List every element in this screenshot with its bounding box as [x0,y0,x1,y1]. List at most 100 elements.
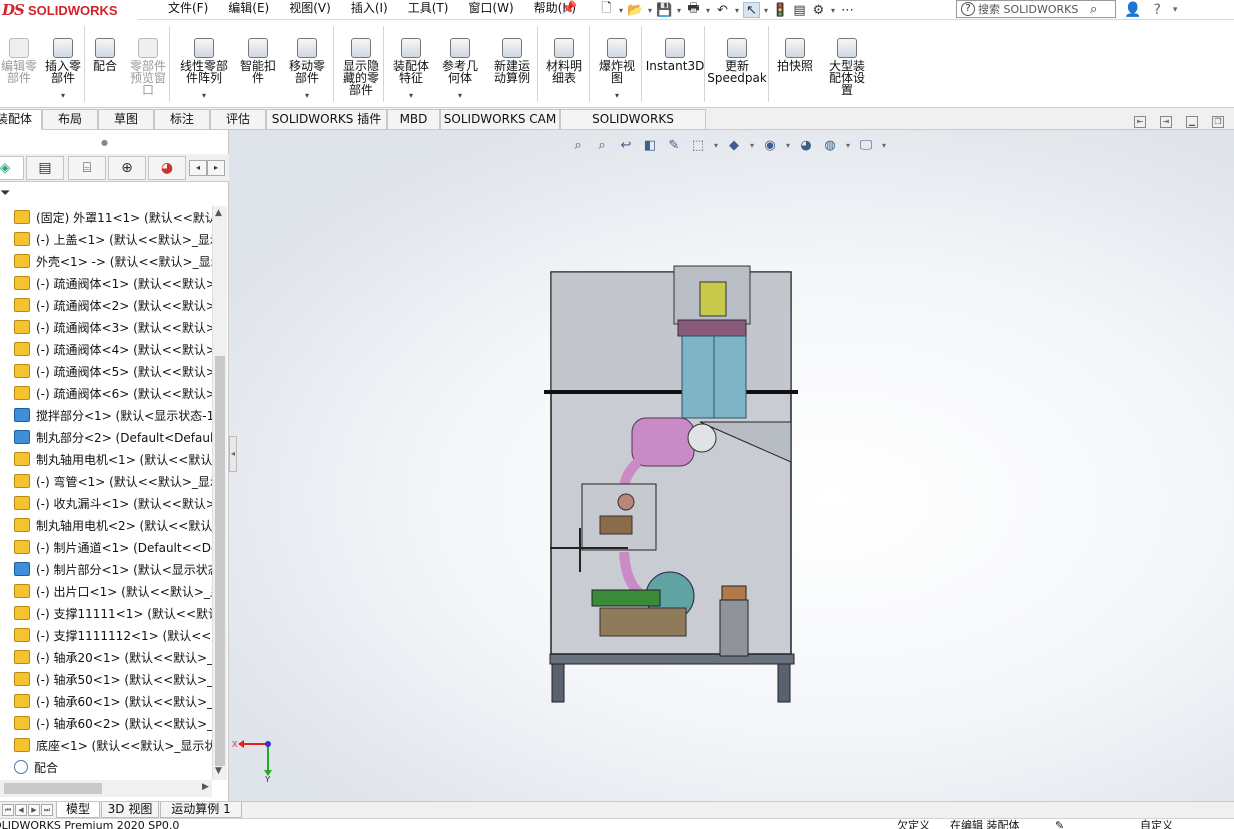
bottom-tab[interactable]: 运动算例 1 [160,802,242,818]
search-box[interactable]: ? 搜索 SOLIDWORKS ⌕ [956,0,1116,18]
ribbon-command[interactable]: 材料明 细表 [542,20,586,106]
scroll-up-icon[interactable]: ▲ [215,208,222,218]
filter-icon[interactable]: ⏷ [0,186,10,201]
save-dropdown-icon[interactable]: ▾ [675,2,683,18]
overflow-icon[interactable]: ⋯ [839,2,856,18]
solidworks-logo[interactable]: DS SOLIDWORKS [0,0,138,20]
new-dropdown-icon[interactable]: ▾ [617,2,625,18]
tab-prev-icon[interactable]: ◀ [15,804,27,816]
assembly-model-view[interactable] [540,262,805,712]
print-dropdown-icon[interactable]: ▾ [704,2,712,18]
ribbon-command[interactable]: 零部件 预览窗 口 [126,20,170,106]
menu-item[interactable]: 视图(V) [289,0,331,20]
tree-item-component[interactable]: (-) 疏通阀体<5> (默认<<默认>_ [0,360,212,382]
ribbon-command[interactable]: 编辑零 部件 [0,20,38,106]
save-icon[interactable]: 💾 [656,2,673,18]
pane-grip-icon[interactable]: ● [101,138,108,147]
tab-dimxpert-manager[interactable]: ⊕ [108,156,146,180]
open-dropdown-icon[interactable]: ▾ [646,2,654,18]
tree-item-component[interactable]: (-) 轴承20<1> (默认<<默认>_显 [0,646,212,668]
tree-item-component[interactable]: (-) 支撑1111112<1> (默认<<默 [0,624,212,646]
zoom-to-area-icon[interactable]: ⌕ [593,137,611,155]
pane-scroll-left-icon[interactable]: ◂ [189,160,207,176]
tree-item-component[interactable]: 制丸轴用电机<2> (默认<<默认> [0,514,212,536]
tree-item-component[interactable]: 底座<1> (默认<<默认>_显示状 [0,734,212,756]
view-settings-icon[interactable]: 🖵 [857,137,875,155]
ribbon-command[interactable]: 更新 Speedpak [707,20,767,106]
ribbon-dropdown-icon[interactable]: ▾ [61,91,65,100]
options-dropdown-icon[interactable]: ▾ [829,2,837,18]
tree-item-component[interactable]: (固定) 外罩11<1> (默认<<默认 [0,206,212,228]
apply-scene-icon[interactable]: ◍ [821,137,839,155]
tree-item-component[interactable]: (-) 上盖<1> (默认<<默认>_显示 [0,228,212,250]
scroll-right-icon[interactable]: ▶ [202,782,209,792]
menu-item[interactable]: 工具(T) [408,0,449,20]
help-dropdown-icon[interactable]: ▾ [1173,5,1178,15]
view-orientation-dropdown-icon[interactable]: ▾ [713,137,719,155]
pane-collapse-handle[interactable]: ◂ [229,436,237,472]
tree-item-component[interactable]: (-) 疏通阀体<6> (默认<<默认>_ [0,382,212,404]
dynamic-annotation-icon[interactable]: ✎ [665,137,683,155]
tree-item-mates[interactable]: 配合 [0,756,212,778]
options-gear-icon[interactable]: ⚙ [810,2,827,18]
tree-item-component[interactable]: (-) 收丸漏斗<1> (默认<<默认>_ [0,492,212,514]
hide-show-items-icon[interactable]: ◉ [761,137,779,155]
section-view-icon[interactable]: ◧ [641,137,659,155]
tab-feature-manager[interactable]: ◈ [0,156,24,180]
status-units[interactable]: 自定义 [1140,820,1173,829]
ribbon-command[interactable]: 新建运 动算例 [489,20,535,106]
ribbon-command[interactable]: 参考几 何体 ▾ [438,20,482,106]
bottom-tab[interactable]: 模型 [56,802,100,818]
viewport-restore-icon[interactable]: ❐ [1212,116,1224,128]
tree-item-component[interactable]: 制丸部分<2> (Default<Default_ [0,426,212,448]
open-icon[interactable]: 📂 [627,2,644,18]
tab-first-icon[interactable]: ⏮ [2,804,14,816]
tree-item-component[interactable]: (-) 轴承50<1> (默认<<默认>_显 [0,668,212,690]
scroll-down-icon[interactable]: ▼ [215,766,222,776]
search-input[interactable]: 搜索 SOLIDWORKS [978,1,1088,17]
tree-item-component[interactable]: (-) 支撑11111<1> (默认<<默认 [0,602,212,624]
tree-item-component[interactable]: 搅拌部分<1> (默认<显示状态-1 [0,404,212,426]
undo-icon[interactable]: ↶ [714,2,731,18]
zoom-to-fit-icon[interactable]: ⌕ [569,137,587,155]
menu-item[interactable]: 文件(F) [168,0,208,20]
tab-command-manager[interactable]: 布局 [42,109,98,130]
tab-property-manager[interactable]: ▤ [26,156,64,180]
tree-item-component[interactable]: (-) 疏通阀体<4> (默认<<默认>_ [0,338,212,360]
rebuild-traffic-light-icon[interactable]: 🚦 [772,2,789,18]
ribbon-dropdown-icon[interactable]: ▾ [458,91,462,100]
viewport-minimize-icon[interactable]: ▁ [1186,116,1198,128]
select-pointer-icon[interactable]: ↖ [743,2,760,18]
bottom-tab[interactable]: 3D 视图 [101,802,159,818]
ribbon-command[interactable]: 显示隐 藏的零 部件 [338,20,384,106]
tab-command-manager[interactable]: MBD [387,109,440,130]
edit-appearance-icon[interactable]: ◕ [797,137,815,155]
tree-item-component[interactable]: (-) 轴承60<1> (默认<<默认>_显 [0,690,212,712]
help-icon[interactable]: ? [1153,2,1160,18]
tree-item-component[interactable]: (-) 疏通阀体<2> (默认<<默认>_ [0,294,212,316]
rebuild-status-icon[interactable]: ✎ [1055,820,1064,829]
display-style-icon[interactable]: ◆ [725,137,743,155]
tab-command-manager[interactable]: 标注 [154,109,210,130]
ribbon-dropdown-icon[interactable]: ▾ [409,91,413,100]
display-style-dropdown-icon[interactable]: ▾ [749,137,755,155]
tree-item-component[interactable]: (-) 出片口<1> (默认<<默认>_显 [0,580,212,602]
new-document-icon[interactable]: 🗋 [598,1,615,18]
tree-item-component[interactable]: (-) 制片通道<1> (Default<<De [0,536,212,558]
select-dropdown-icon[interactable]: ▾ [762,2,770,18]
undo-dropdown-icon[interactable]: ▾ [733,2,741,18]
menu-item[interactable]: 插入(I) [351,0,388,20]
menu-item[interactable]: 编辑(E) [228,0,269,20]
tab-command-manager[interactable]: 装配体 [0,109,42,130]
pane-scroll-right-icon[interactable]: ▸ [207,160,225,176]
tab-command-manager[interactable]: SOLIDWORKS Inspection [560,109,706,145]
menu-item[interactable]: 窗口(W) [468,0,513,20]
tab-command-manager[interactable]: 草图 [98,109,154,130]
tree-vertical-scrollbar[interactable]: ▲ ▼ [212,206,227,780]
tab-command-manager[interactable]: SOLIDWORKS CAM [440,109,560,130]
tab-next-icon[interactable]: ▶ [28,804,40,816]
ribbon-dropdown-icon[interactable]: ▾ [305,91,309,100]
ribbon-command[interactable]: 爆炸视 图 ▾ [595,20,639,106]
ribbon-command[interactable]: 智能扣 件 [236,20,280,106]
tab-command-manager[interactable]: 评估 [210,109,266,130]
